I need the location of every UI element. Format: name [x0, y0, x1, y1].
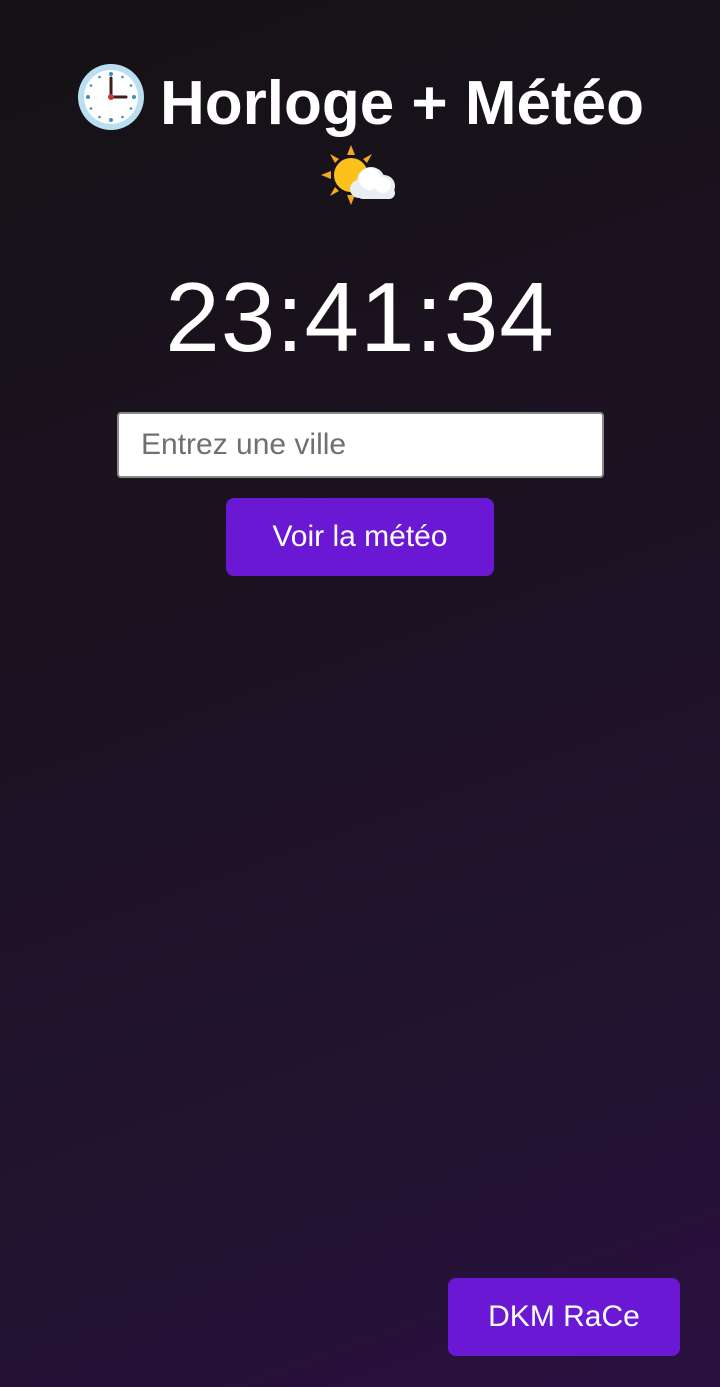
- page-title: Horloge + Météo: [40, 62, 680, 221]
- city-search-input[interactable]: [117, 412, 604, 478]
- clock-three-icon: [77, 64, 144, 130]
- page-title-text: Horloge + Météo: [159, 69, 644, 138]
- clock-display: 23:41:34: [165, 262, 555, 372]
- credit-button[interactable]: DKM RaCe: [448, 1278, 680, 1356]
- sun-behind-cloud-icon: [321, 145, 395, 205]
- show-weather-button[interactable]: Voir la météo: [226, 498, 494, 576]
